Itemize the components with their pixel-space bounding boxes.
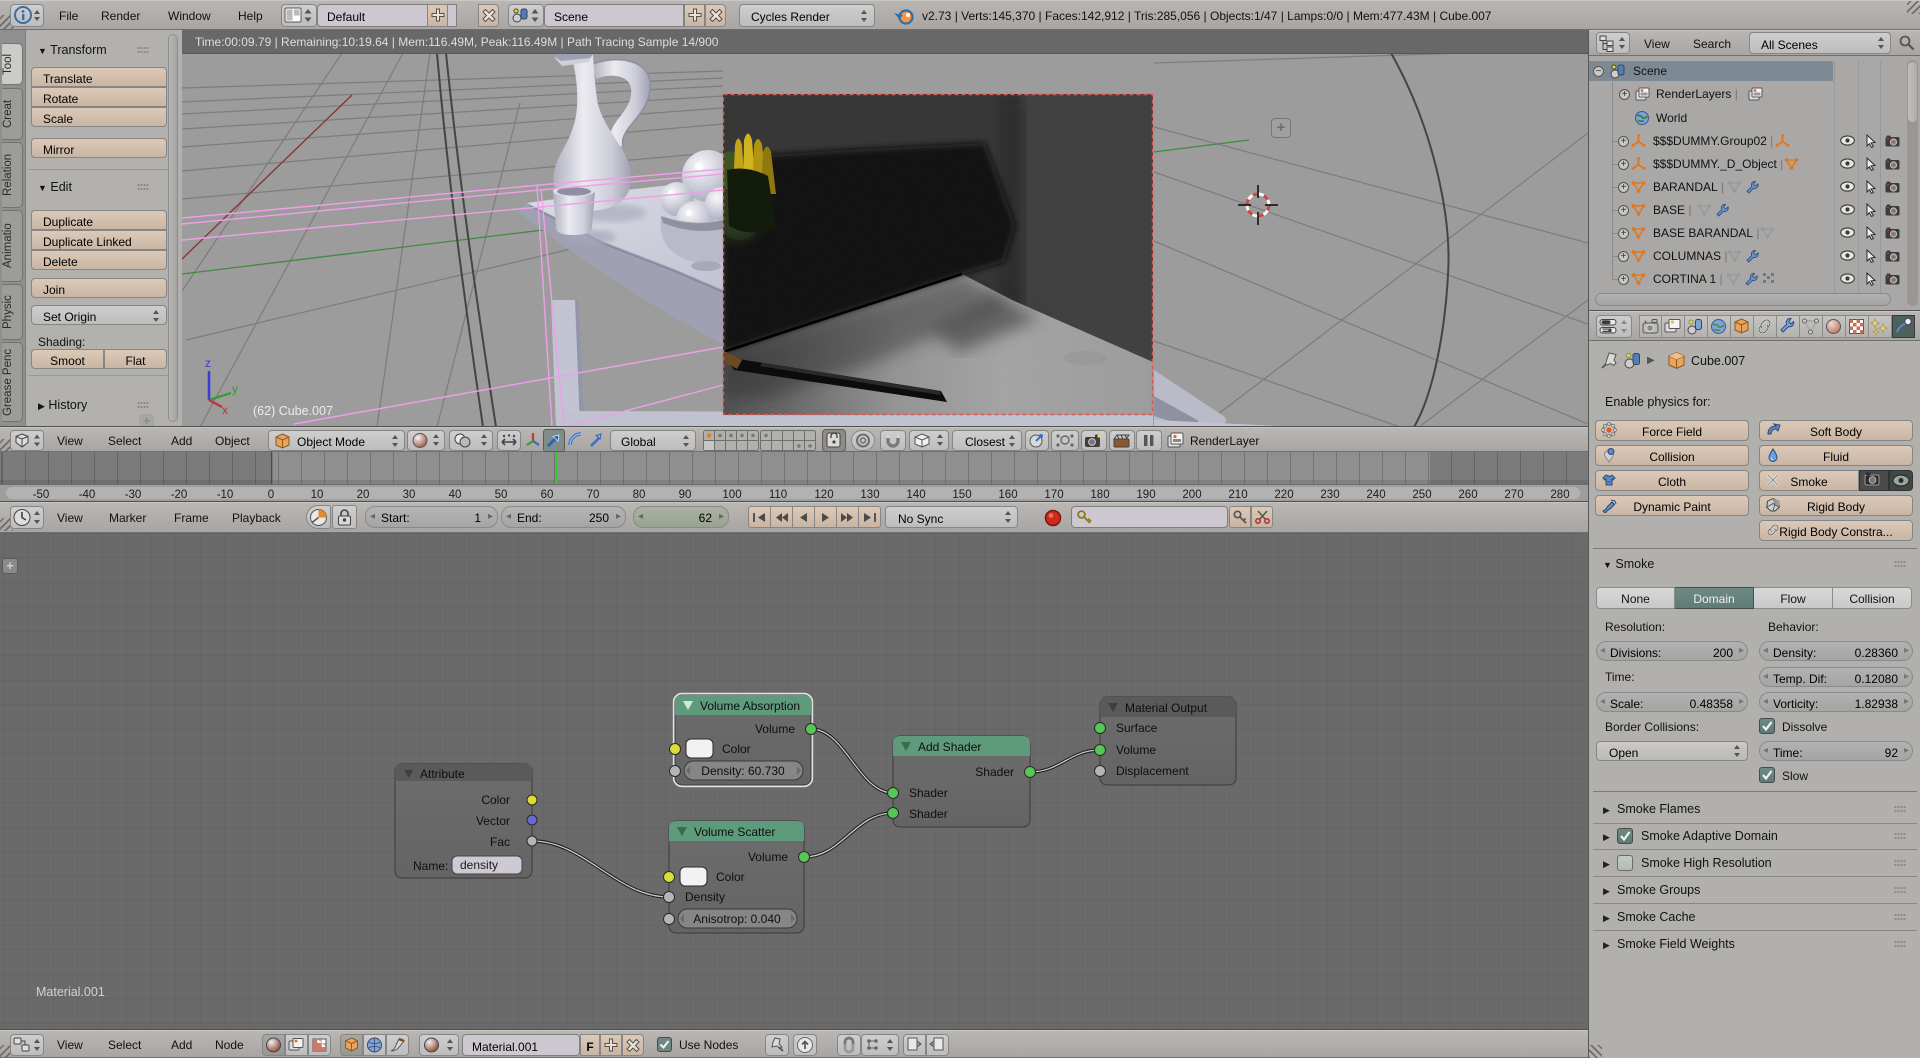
svg-text:Volume: Volume: [748, 850, 788, 864]
svg-text:y: y: [232, 382, 238, 396]
svg-text:Density: 60.730: Density: 60.730: [701, 764, 785, 778]
svg-text:(62) Cube.007: (62) Cube.007: [253, 404, 333, 418]
svg-text:Anisotrop: 0.040: Anisotrop: 0.040: [693, 912, 781, 926]
svg-text:Volume Absorption: Volume Absorption: [700, 699, 800, 713]
svg-text:Vector: Vector: [476, 814, 510, 828]
svg-text:Volume: Volume: [1116, 743, 1156, 757]
svg-text:Color: Color: [716, 870, 745, 884]
svg-text:Attribute: Attribute: [420, 767, 465, 781]
svg-text:Surface: Surface: [1116, 721, 1158, 735]
svg-text:Volume Scatter: Volume Scatter: [694, 825, 775, 839]
svg-text:Fac: Fac: [490, 835, 510, 849]
svg-text:Material.001: Material.001: [36, 985, 105, 999]
svg-text:Name:: Name:: [413, 859, 448, 873]
svg-text:Material Output: Material Output: [1125, 701, 1208, 715]
svg-text:Density: Density: [685, 890, 725, 904]
svg-text:Volume: Volume: [755, 722, 795, 736]
svg-text:z: z: [205, 356, 211, 370]
svg-text:Displacement: Displacement: [1116, 764, 1189, 778]
svg-text:Shader: Shader: [975, 765, 1014, 779]
svg-text:Color: Color: [722, 742, 751, 756]
svg-text:x: x: [222, 403, 228, 417]
svg-text:Shader: Shader: [909, 807, 948, 821]
svg-text:Shader: Shader: [909, 786, 948, 800]
svg-text:Color: Color: [481, 793, 510, 807]
svg-text:density: density: [460, 858, 498, 872]
svg-text:Add Shader: Add Shader: [918, 740, 981, 754]
